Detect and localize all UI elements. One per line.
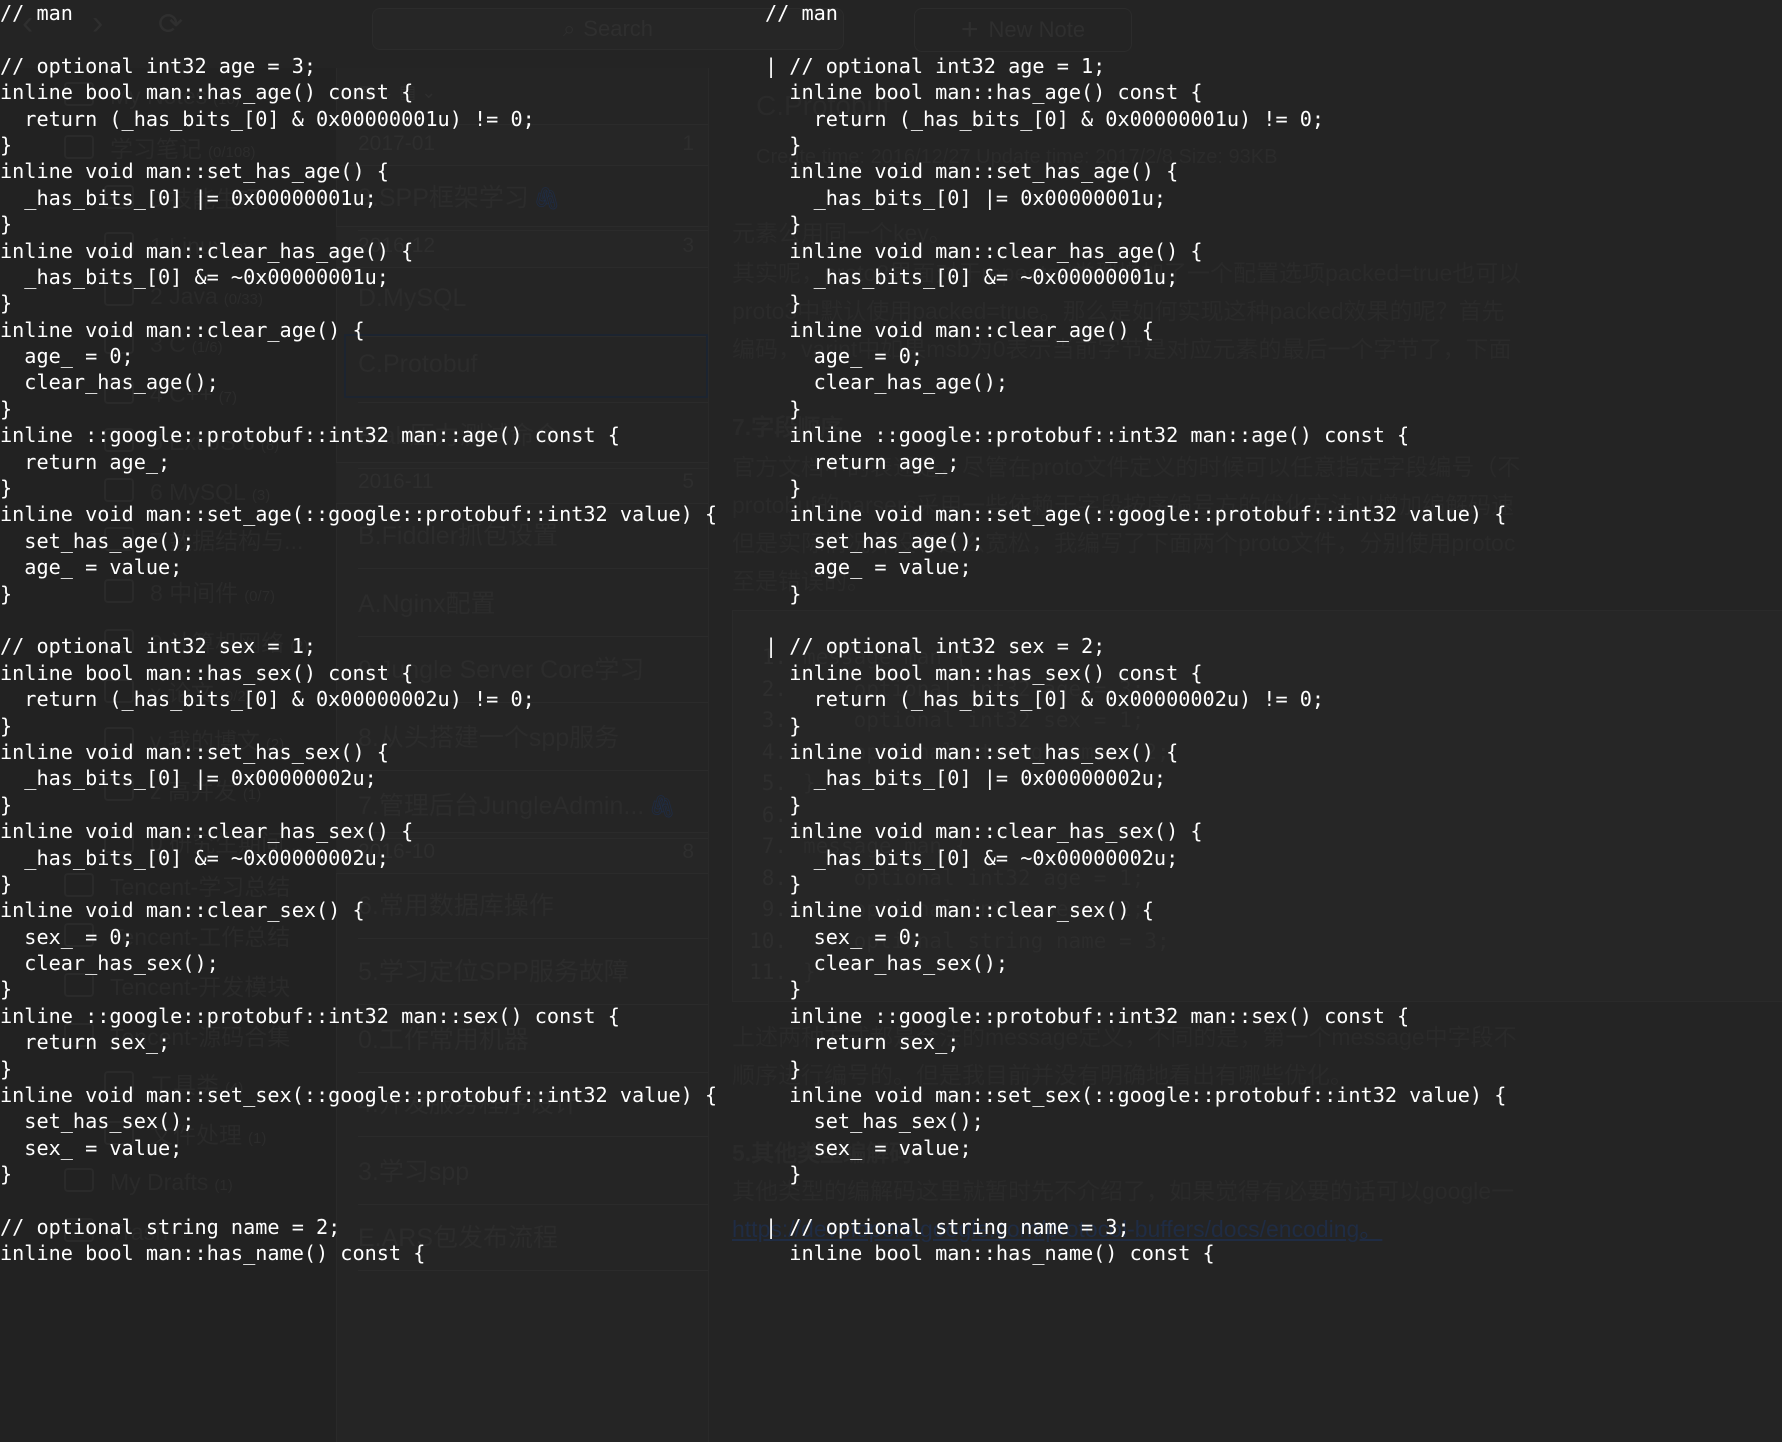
code-line: set_has_age();	[0, 528, 195, 553]
code-line: inline void man::set_sex(::google::proto…	[765, 1083, 1507, 1108]
code-line: }	[765, 1056, 802, 1081]
code-line: }	[765, 291, 802, 316]
code-line: // man	[765, 1, 838, 25]
code-line: age_ = 0;	[0, 344, 134, 369]
code-line: inline void man::clear_has_sex() {	[0, 819, 414, 844]
code-line: _has_bits_[0] &= ~0x00000001u;	[765, 264, 1179, 289]
code-line: }	[0, 1056, 13, 1081]
code-line: inline void man::clear_has_age() {	[0, 238, 414, 263]
note-divider	[358, 1270, 708, 1271]
code-line: _has_bits_[0] &= ~0x00000002u;	[765, 845, 1179, 870]
code-line: inline void man::clear_has_sex() {	[765, 819, 1203, 844]
code-line: // optional int32 age = 3;	[0, 53, 317, 78]
code-line: }	[0, 792, 13, 817]
code-line: return (_has_bits_[0] & 0x00000002u) != …	[0, 687, 535, 712]
code-line: }	[765, 1162, 802, 1187]
code-line: _has_bits_[0] |= 0x00000001u;	[0, 185, 377, 210]
code-line: }	[0, 132, 13, 157]
code-line: }	[0, 1162, 13, 1187]
code-line: | // optional int32 age = 1;	[765, 53, 1106, 78]
code-line: // optional string name = 2;	[0, 1214, 341, 1239]
code-line: inline bool man::has_age() const {	[765, 80, 1203, 105]
code-line: age_ = value;	[765, 555, 972, 580]
code-line: return sex_;	[0, 1030, 171, 1055]
code-line: }	[0, 581, 13, 606]
code-line: }	[0, 212, 13, 237]
code-line: }	[765, 792, 802, 817]
code-line: set_has_age();	[765, 528, 984, 553]
code-line: set_has_sex();	[765, 1109, 984, 1134]
code-line: // man	[0, 1, 73, 25]
code-line: age_ = 0;	[765, 344, 924, 369]
code-line: return age_;	[765, 449, 960, 474]
code-line: }	[0, 977, 13, 1002]
code-line: clear_has_sex();	[0, 951, 219, 976]
code-line: inline bool man::has_name() const {	[765, 1241, 1215, 1266]
code-line: sex_ = value;	[765, 1135, 972, 1160]
code-line: }	[765, 581, 802, 606]
code-line: clear_has_age();	[0, 370, 219, 395]
code-line: inline void man::clear_sex() {	[0, 898, 365, 923]
code-line: | // optional int32 sex = 2;	[765, 634, 1106, 659]
code-line: inline bool man::has_name() const {	[0, 1241, 426, 1266]
code-line: }	[765, 212, 802, 237]
code-line: inline void man::set_has_sex() {	[0, 739, 389, 764]
generated-code-right: // man | // optional int32 age = 1; inli…	[765, 0, 1506, 1267]
code-line: inline void man::set_sex(::google::proto…	[0, 1083, 718, 1108]
code-line: inline void man::set_has_age() {	[0, 159, 389, 184]
code-line: }	[0, 476, 13, 501]
code-line: _has_bits_[0] |= 0x00000002u;	[765, 766, 1167, 791]
code-line: }	[765, 132, 802, 157]
code-line: return sex_;	[765, 1030, 960, 1055]
code-line: inline ::google::protobuf::int32 man::ag…	[0, 423, 620, 448]
code-line: }	[765, 871, 802, 896]
code-line: inline ::google::protobuf::int32 man::ag…	[765, 423, 1410, 448]
code-line: return age_;	[0, 449, 171, 474]
code-line: }	[765, 396, 802, 421]
code-line: inline void man::set_age(::google::proto…	[0, 502, 718, 527]
code-line: _has_bits_[0] |= 0x00000001u;	[765, 185, 1167, 210]
code-line: inline void man::clear_age() {	[765, 317, 1154, 342]
code-line: _has_bits_[0] &= ~0x00000001u;	[0, 264, 389, 289]
generated-code-left: // man // optional int32 age = 3; inline …	[0, 0, 717, 1267]
code-line: sex_ = 0;	[765, 924, 924, 949]
code-line: }	[0, 291, 13, 316]
code-line: clear_has_age();	[765, 370, 1009, 395]
code-line: clear_has_sex();	[765, 951, 1009, 976]
code-line: return (_has_bits_[0] & 0x00000002u) != …	[765, 687, 1325, 712]
code-line: inline bool man::has_sex() const {	[765, 660, 1203, 685]
code-line: set_has_sex();	[0, 1109, 195, 1134]
code-line: inline void man::clear_age() {	[0, 317, 365, 342]
code-line: }	[765, 713, 802, 738]
code-line: sex_ = 0;	[0, 924, 134, 949]
code-line: | // optional string name = 3;	[765, 1214, 1130, 1239]
code-line: // optional int32 sex = 1;	[0, 634, 317, 659]
code-line: _has_bits_[0] |= 0x00000002u;	[0, 766, 377, 791]
code-line: inline void man::set_has_sex() {	[765, 739, 1179, 764]
code-line: }	[765, 977, 802, 1002]
code-line: inline ::google::protobuf::int32 man::se…	[0, 1003, 620, 1028]
code-line: inline void man::set_age(::google::proto…	[765, 502, 1507, 527]
code-line: }	[765, 476, 802, 501]
code-line: return (_has_bits_[0] & 0x00000001u) != …	[765, 106, 1325, 131]
code-line: inline ::google::protobuf::int32 man::se…	[765, 1003, 1410, 1028]
code-line: _has_bits_[0] &= ~0x00000002u;	[0, 845, 389, 870]
code-line: sex_ = value;	[0, 1135, 183, 1160]
code-line: inline bool man::has_age() const {	[0, 80, 414, 105]
code-line: age_ = value;	[0, 555, 183, 580]
code-line: }	[0, 396, 13, 421]
code-line: inline void man::clear_sex() {	[765, 898, 1154, 923]
code-line: inline void man::clear_has_age() {	[765, 238, 1203, 263]
code-line: return (_has_bits_[0] & 0x00000001u) != …	[0, 106, 535, 131]
code-line: inline void man::set_has_age() {	[765, 159, 1179, 184]
code-line: }	[0, 871, 13, 896]
code-line: }	[0, 713, 13, 738]
code-line: inline bool man::has_sex() const {	[0, 660, 414, 685]
